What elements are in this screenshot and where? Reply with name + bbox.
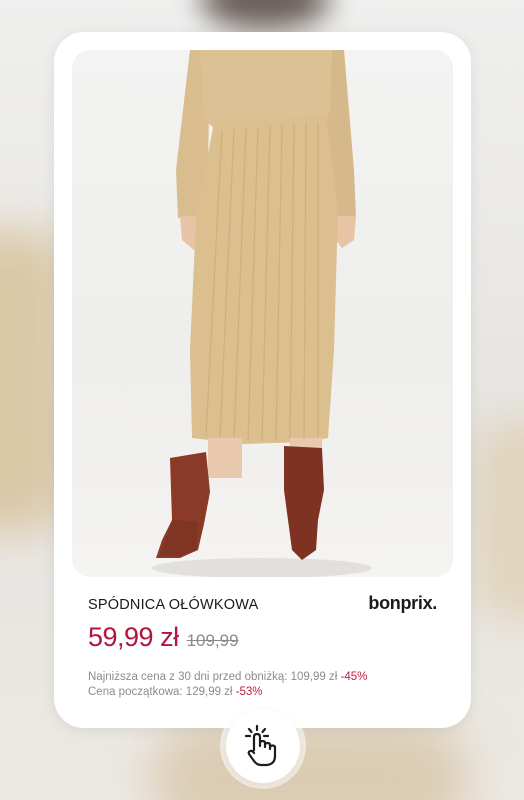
current-price: 59,99 zł — [88, 622, 179, 652]
hand-tap-icon — [244, 724, 277, 767]
product-image[interactable] — [72, 50, 453, 577]
brand-logo: bonprix. — [368, 593, 437, 613]
price-info: Najniższa cena z 30 dni przed obniżką: 1… — [88, 670, 367, 700]
product-card[interactable]: SPÓDNICA OŁÓWKOWA bonprix. 59,99 zł 109,… — [54, 32, 471, 728]
lowest-price-discount: -45% — [340, 671, 368, 683]
lowest-price-line: Najniższa cena z 30 dni przed obniżką: 1… — [88, 670, 367, 685]
old-price: 109,99 — [186, 631, 239, 650]
price-row: 59,99 zł 109,99 — [88, 622, 239, 653]
lowest-price-label: Najniższa cena z 30 dni przed obniżką: 1… — [88, 671, 338, 683]
tap-button[interactable] — [226, 709, 300, 783]
initial-price-discount: -53% — [235, 686, 263, 698]
initial-price-line: Cena początkowa: 129,99 zł -53% — [88, 685, 367, 700]
product-title[interactable]: SPÓDNICA OŁÓWKOWA — [88, 597, 258, 613]
initial-price-label: Cena początkowa: 129,99 zł — [88, 686, 233, 698]
